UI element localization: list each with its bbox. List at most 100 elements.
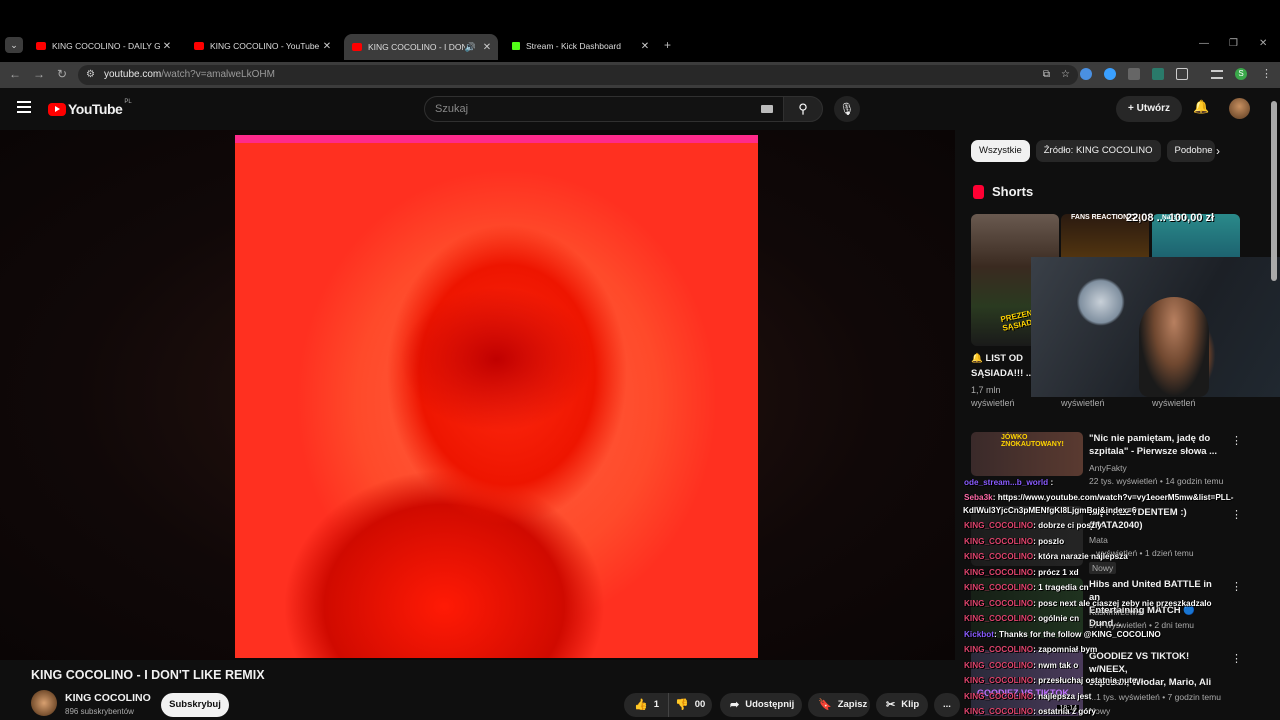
tab-title: Stream - Kick Dashboard: [526, 41, 621, 51]
profile-avatar-icon[interactable]: S: [1235, 68, 1247, 80]
chat-message: KING_COCOLINO: zapomniał bym: [964, 645, 1097, 654]
tab-title: KING COCOLINO - YouTube: [210, 41, 320, 51]
close-tab-icon[interactable]: ✕: [160, 41, 174, 52]
forward-arrow-icon[interactable]: →: [33, 67, 45, 81]
subscriber-count: 896 subskrybentów: [65, 707, 134, 716]
share-button[interactable]: ➦ Udostępnij: [720, 693, 802, 717]
restore-icon[interactable]: ❐: [1229, 38, 1238, 49]
recommendation-title: "Nic nie pamiętam, jadę do szpitala" - P…: [1089, 432, 1219, 458]
extensions-puzzle-icon[interactable]: [1176, 68, 1188, 80]
chat-message: KING_COCOLINO: najlepsza jest: [964, 692, 1091, 701]
close-tab-icon[interactable]: ✕: [638, 41, 652, 52]
youtube-favicon-icon: [352, 43, 362, 51]
chat-message: Kickbot: Thanks for the follow @KING_COC…: [964, 630, 1161, 639]
more-vert-icon[interactable]: ⋮: [1231, 580, 1242, 593]
new-badge: Nowy: [1089, 562, 1117, 574]
short-views: wyświetleń: [1061, 398, 1105, 408]
chat-text: : 1 tragedia cn: [1033, 583, 1089, 592]
site-info-icon[interactable]: ⚙: [86, 65, 95, 85]
search-icon: ⚲: [798, 101, 808, 116]
more-actions-button[interactable]: ...: [934, 693, 960, 717]
audio-playing-icon[interactable]: 🔊: [465, 42, 476, 53]
scrollbar-thumb[interactable]: [1271, 101, 1277, 281]
tab-3-active[interactable]: KING COCOLINO - I DON'T 🔊 ✕: [344, 34, 498, 60]
cast-icon[interactable]: ⧉: [1043, 65, 1050, 85]
chat-text: : https://www.youtube.com/watch?v=vy1eoe…: [992, 493, 1234, 502]
chat-message: KING_COCOLINO: poszlo: [964, 537, 1064, 546]
tab-2[interactable]: KING COCOLINO - YouTube ✕: [186, 36, 338, 56]
chat-text: : zapomniał bym: [1033, 645, 1098, 654]
minimize-icon[interactable]: —: [1199, 38, 1209, 49]
browser-menu-icon[interactable]: ⋮: [1261, 67, 1272, 80]
thumbs-up-icon: 👍: [634, 699, 648, 711]
more-vert-icon[interactable]: ⋮: [1231, 508, 1242, 521]
back-arrow-icon[interactable]: ←: [9, 67, 21, 81]
recommendation-channel: Mata: [1089, 535, 1108, 545]
channel-avatar[interactable]: [31, 690, 57, 716]
tab-4[interactable]: Stream - Kick Dashboard ✕: [504, 36, 656, 56]
create-button[interactable]: + Utwórz: [1116, 96, 1182, 122]
search-button[interactable]: ⚲: [783, 96, 823, 122]
video-player[interactable]: [0, 130, 955, 660]
voice-search-mic-icon[interactable]: 🎙: [834, 96, 860, 122]
kick-favicon-icon: [512, 42, 520, 50]
chat-text: : Thanks for the follow @KING_COCOLINO: [994, 630, 1161, 639]
extension-icon[interactable]: [1080, 68, 1092, 80]
save-button[interactable]: 🔖 Zapisz: [808, 693, 870, 717]
keyboard-icon[interactable]: [761, 105, 773, 113]
new-tab-plus-icon[interactable]: +: [664, 38, 671, 52]
like-button[interactable]: 👍 1: [624, 693, 668, 717]
chat-username: Seba3k: [964, 493, 993, 502]
youtube-logo[interactable]: YouTube PL: [48, 99, 132, 117]
chevron-right-icon[interactable]: ›: [1216, 144, 1220, 158]
page-scrollbar[interactable]: [1271, 95, 1277, 715]
tab-1[interactable]: KING COCOLINO - DAILY GRIN ✕: [28, 36, 178, 56]
shorts-header: Shorts: [973, 184, 1033, 199]
subscribe-button[interactable]: Subskrybuj: [161, 693, 229, 717]
chat-text: : poszlo: [1033, 537, 1065, 546]
short-caption[interactable]: 🔔 LIST OD SĄSIADA!!! ...: [971, 351, 1034, 381]
extension-icon[interactable]: [1128, 68, 1140, 80]
extension-icon[interactable]: [1152, 68, 1164, 80]
more-actions-icon: ...: [943, 699, 951, 710]
chat-message: KING_COCOLINO: posc next ale ciaszej zeb…: [964, 599, 1212, 608]
short-views: 1,7 mln wyświetleń: [971, 384, 1015, 410]
url-field[interactable]: ⚙ youtube.com/watch?v=amalweLkOHM ⧉ ☆: [78, 65, 1078, 85]
chip-from-channel[interactable]: Źródło: KING COCOLINO: [1035, 140, 1161, 162]
dislike-button[interactable]: 👎 00: [668, 693, 712, 717]
channel-name[interactable]: KING COCOLINO: [65, 692, 151, 704]
shorts-title: Shorts: [992, 184, 1034, 199]
shorts-icon: [973, 184, 984, 199]
notifications-bell-icon[interactable]: 🔔: [1193, 99, 1209, 115]
chip-all[interactable]: Wszystkie: [971, 140, 1030, 162]
guide-menu-icon[interactable]: [17, 101, 31, 113]
media-controls-icon[interactable]: [1211, 70, 1223, 79]
clip-label: Klip: [901, 699, 920, 710]
tab-search-chevron-icon[interactable]: ⌄: [5, 37, 23, 53]
search-placeholder: Szukaj: [435, 103, 469, 115]
search-input[interactable]: Szukaj: [424, 96, 784, 122]
chat-text: KdlWul3YjcCn3pMENfgKl8LjgmBgj&index=6: [963, 506, 1137, 515]
url-host: youtube.com: [104, 69, 162, 80]
account-avatar[interactable]: [1229, 98, 1250, 119]
chat-username: Kickbot: [964, 630, 995, 639]
more-vert-icon[interactable]: ⋮: [1231, 434, 1242, 447]
chip-similar[interactable]: Podobne: [1166, 140, 1215, 162]
close-tab-icon[interactable]: ✕: [320, 41, 334, 52]
reload-icon[interactable]: ↻: [57, 67, 67, 81]
chat-message: ode_stream...b_world :: [964, 478, 1053, 487]
recommendation-channel: AntyFakty: [1089, 463, 1127, 473]
chat-text: : posc next ale ciaszej zeby nie przeszk…: [1033, 599, 1212, 608]
chat-text: : prócz 1 xd: [1033, 568, 1079, 577]
more-vert-icon[interactable]: ⋮: [1231, 652, 1242, 665]
close-tab-icon[interactable]: ✕: [480, 42, 494, 53]
chat-message: KdlWul3YjcCn3pMENfgKl8LjgmBgj&index=6: [963, 506, 1136, 515]
extension-icon[interactable]: [1104, 68, 1116, 80]
clip-button[interactable]: ✂ Klip: [876, 693, 928, 717]
chat-username: KING_COCOLINO: [964, 568, 1034, 577]
short-views-line: wyświetleń: [971, 398, 1015, 408]
bookmark-star-icon[interactable]: ☆: [1061, 65, 1070, 85]
chat-username: KING_COCOLINO: [964, 583, 1034, 592]
window-close-icon[interactable]: ✕: [1259, 38, 1267, 49]
country-code: PL: [124, 99, 132, 105]
